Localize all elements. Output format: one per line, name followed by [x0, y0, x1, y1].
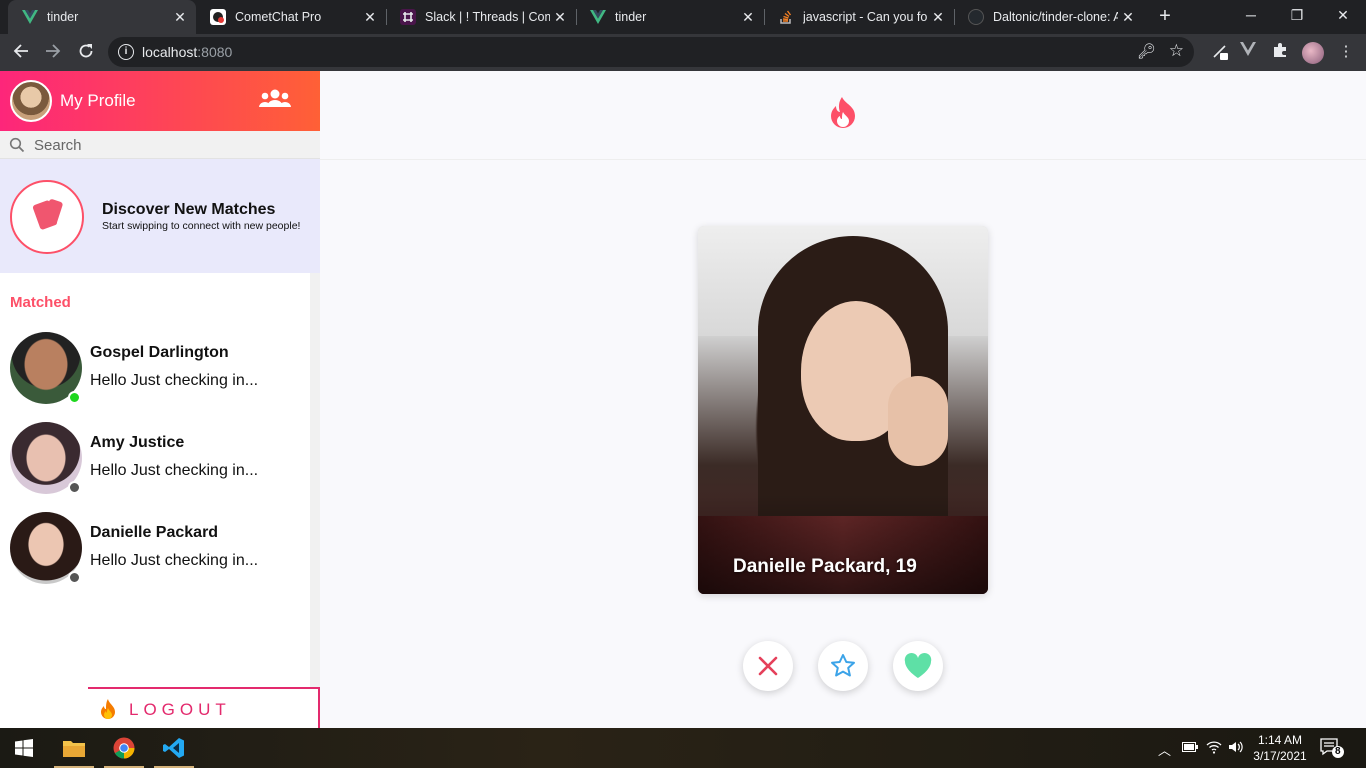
browser-tab-2[interactable]: CometChat Pro ✕: [196, 0, 386, 34]
search-input[interactable]: [34, 135, 304, 155]
heart-icon: [904, 653, 932, 678]
profile-card[interactable]: Danielle Packard, 19: [698, 226, 988, 594]
browser-tab-4[interactable]: tinder ✕: [576, 0, 764, 34]
like-button[interactable]: [893, 641, 943, 691]
close-tab-icon[interactable]: ✕: [1118, 9, 1138, 26]
close-tab-icon[interactable]: ✕: [170, 9, 190, 26]
browser-tab-3[interactable]: Slack | ! Threads | Come ✕: [386, 0, 576, 34]
main-header: [320, 71, 1366, 160]
users-icon[interactable]: [258, 87, 292, 111]
github-icon: [968, 9, 984, 25]
list-item[interactable]: Gospel Darlington Hello Just checking in…: [0, 332, 310, 412]
chrome-icon[interactable]: [100, 728, 148, 768]
profile-avatar-icon[interactable]: [1302, 42, 1324, 64]
search-icon: [9, 137, 25, 153]
windows-start-icon[interactable]: [0, 728, 48, 768]
sidebar: My Profile Discover New: [0, 71, 320, 728]
close-tab-icon[interactable]: ✕: [550, 9, 570, 26]
tab-title: CometChat Pro: [235, 10, 322, 24]
logout-label: LOGOUT: [129, 700, 231, 719]
bookmark-star-icon[interactable]: ☆: [1169, 41, 1184, 61]
new-tab-button[interactable]: +: [1154, 5, 1176, 27]
tinder-flame-logo-icon[interactable]: [830, 97, 856, 129]
match-last-message: Hello Just checking in...: [90, 372, 259, 389]
flame-icon: [100, 699, 116, 719]
battery-icon[interactable]: [1182, 740, 1198, 755]
nope-button[interactable]: [743, 641, 793, 691]
clock-time: 1:14 AM: [1257, 733, 1303, 747]
match-last-message: Hello Just checking in...: [90, 552, 259, 569]
system-clock[interactable]: 1:14 AM 3/17/2021: [1252, 732, 1308, 764]
matched-heading: Matched: [10, 294, 71, 311]
tinder-app: My Profile Discover New: [0, 71, 1366, 728]
address-bar[interactable]: i localhost:8080 🔑︎ ☆: [108, 37, 1194, 67]
my-profile-link[interactable]: My Profile: [60, 91, 136, 111]
info-icon[interactable]: i: [118, 44, 134, 60]
tab-title: Slack | ! Threads | Come: [425, 10, 550, 24]
notification-count-badge: 8: [1335, 746, 1341, 757]
vue-devtools-icon[interactable]: [1238, 42, 1258, 62]
tab-title: Daltonic/tinder-clone: A: [993, 10, 1118, 24]
wifi-icon[interactable]: [1206, 740, 1222, 757]
browser-toolbar: i localhost:8080 🔑︎ ☆ ⋮: [0, 34, 1366, 71]
key-icon[interactable]: 🔑︎: [1137, 42, 1156, 60]
vue-icon: [22, 9, 38, 25]
logout-button[interactable]: LOGOUT: [88, 687, 320, 728]
list-item[interactable]: Danielle Packard Hello Just checking in.…: [0, 512, 310, 592]
file-explorer-icon[interactable]: [50, 728, 98, 768]
notification-center-icon[interactable]: 8: [1320, 738, 1344, 758]
discover-subtitle: Start swipping to connect with new peopl…: [102, 220, 301, 232]
browser-tab-6[interactable]: Daltonic/tinder-clone: A ✕: [954, 0, 1144, 34]
match-name: Amy Justice: [90, 434, 185, 451]
volume-icon[interactable]: [1228, 740, 1244, 757]
card-caption: Danielle Packard, 19: [733, 556, 917, 577]
menu-kebab-icon[interactable]: ⋮: [1336, 42, 1356, 62]
offline-status-dot: [68, 481, 81, 494]
close-icon: [758, 656, 778, 676]
offline-status-dot: [68, 571, 81, 584]
match-last-message: Hello Just checking in...: [90, 462, 259, 479]
reload-button[interactable]: [73, 40, 99, 66]
forward-button[interactable]: [40, 40, 66, 66]
extensions-puzzle-icon[interactable]: [1270, 42, 1290, 62]
windows-taskbar: ︿ 1:14 AM 3/17/2021 8: [0, 728, 1366, 768]
vscode-icon[interactable]: [150, 728, 198, 768]
minimize-button[interactable]: ─: [1228, 0, 1274, 32]
tray-chevron-icon[interactable]: ︿: [1158, 740, 1171, 759]
profile-header: My Profile: [0, 71, 320, 131]
avatar[interactable]: [10, 80, 52, 122]
close-tab-icon[interactable]: ✕: [360, 9, 380, 26]
slack-icon: [400, 9, 416, 25]
restore-button[interactable]: ❐: [1274, 0, 1320, 32]
star-icon: [831, 654, 855, 677]
stackoverflow-icon: [778, 9, 794, 25]
tab-title: tinder: [47, 10, 79, 24]
close-tab-icon[interactable]: ✕: [928, 9, 948, 26]
cometchat-icon: [210, 9, 226, 25]
browser-tab-1[interactable]: tinder ✕: [8, 0, 196, 34]
back-button[interactable]: [8, 40, 34, 66]
card-gradient-overlay: [698, 494, 988, 594]
tab-title: tinder: [615, 10, 647, 24]
match-name: Danielle Packard: [90, 524, 219, 541]
browser-tab-strip: tinder ✕ CometChat Pro ✕ Slack | ! Threa…: [0, 0, 1366, 34]
sidebar-scrollbar[interactable]: [310, 273, 320, 687]
url-text: localhost:8080: [142, 44, 233, 60]
vue-icon: [590, 9, 606, 25]
discover-title: Discover New Matches: [102, 201, 276, 218]
clock-date: 3/17/2021: [1253, 749, 1307, 763]
search-bar: [0, 131, 320, 159]
tab-title: javascript - Can you for: [803, 10, 928, 24]
online-status-dot: [68, 391, 81, 404]
discover-new-matches[interactable]: Discover New Matches Start swipping to c…: [0, 159, 320, 273]
close-window-button[interactable]: ✕: [1320, 0, 1366, 32]
discover-cards-icon: [10, 180, 84, 254]
super-like-button[interactable]: [818, 641, 868, 691]
match-name: Gospel Darlington: [90, 344, 229, 361]
close-tab-icon[interactable]: ✕: [738, 9, 758, 26]
list-item[interactable]: Amy Justice Hello Just checking in...: [0, 422, 310, 502]
card-photo-hand: [888, 376, 948, 466]
browser-tab-5[interactable]: javascript - Can you for ✕: [764, 0, 954, 34]
extension-pen-icon[interactable]: [1210, 42, 1230, 62]
